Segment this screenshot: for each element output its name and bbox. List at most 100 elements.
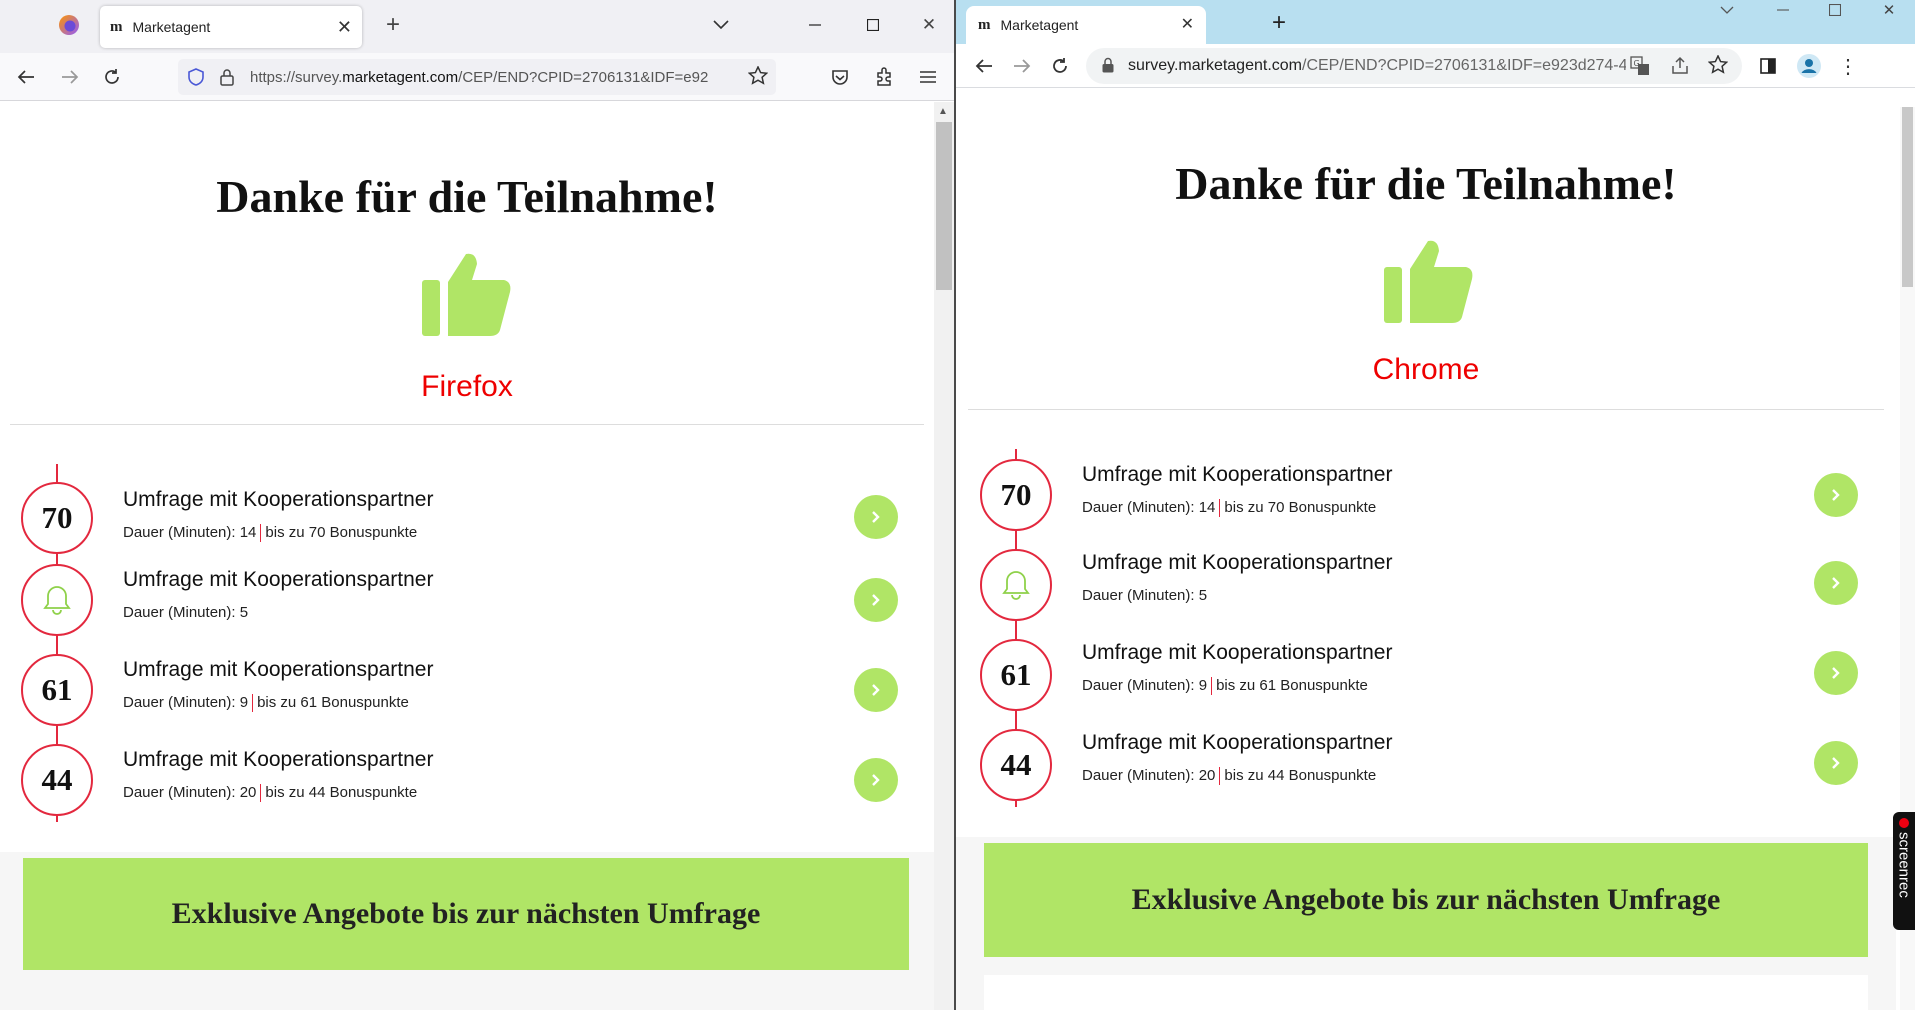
bell-icon [43, 586, 71, 615]
back-icon[interactable] [970, 52, 998, 80]
meta-separator [1219, 499, 1221, 518]
lock-icon[interactable] [1102, 57, 1114, 78]
offers-banner[interactable]: Exklusive Angebote bis zur nächsten Umfr… [23, 858, 909, 970]
browser-label: Chrome [1372, 353, 1480, 386]
tracking-shield-icon[interactable] [188, 68, 204, 90]
survey-points-badge: 61 [21, 654, 93, 726]
svg-text:G: G [1634, 59, 1640, 68]
new-tab-icon[interactable]: + [380, 11, 406, 38]
extensions-icon[interactable] [870, 63, 898, 91]
chrome-menu-icon[interactable]: ⋮ [1834, 52, 1862, 80]
marketagent-favicon: m [978, 16, 991, 33]
offers-banner[interactable]: Exklusive Angebote bis zur nächsten Umfr… [984, 843, 1868, 957]
firefox-logo-icon[interactable] [56, 12, 82, 38]
url-path: /CEP/END?CPID=2706131&IDF=e923d274-41... [1302, 57, 1650, 74]
reload-icon[interactable] [98, 63, 126, 91]
start-survey-button[interactable] [854, 495, 898, 539]
meta-separator [1211, 677, 1213, 696]
survey-row-1[interactable]: 70 Umfrage mit Kooperationspartner Dauer… [956, 459, 1896, 549]
minimize-icon[interactable] [1768, 0, 1798, 20]
survey-points-badge: 61 [980, 639, 1052, 711]
screenrec-label: screenrec [1895, 832, 1913, 898]
translate-icon[interactable]: G [1626, 56, 1650, 81]
url-bar[interactable]: survey.marketagent.com/CEP/END?CPID=2706… [1086, 48, 1742, 84]
list-tabs-chevron-icon[interactable] [708, 12, 734, 38]
minimize-icon[interactable] [800, 12, 830, 38]
page-title: Danke für die Teilnahme! [216, 171, 718, 222]
start-survey-button[interactable] [1814, 473, 1858, 517]
url-bar[interactable]: https://survey. marketagent.com/CEP/END?C… [178, 59, 776, 95]
survey-title: Umfrage mit Kooperationspartner [123, 488, 434, 511]
bookmark-star-icon[interactable] [742, 65, 769, 90]
pocket-icon[interactable] [826, 63, 854, 91]
survey-row-4[interactable]: 44 Umfrage mit Kooperationspartner Dauer… [0, 744, 934, 834]
survey-duration: Dauer (Minuten): 9 [1082, 677, 1208, 694]
scrollbar-thumb[interactable] [936, 122, 952, 290]
scroll-up-icon[interactable]: ▲ [938, 106, 948, 117]
side-panel-icon[interactable] [1754, 52, 1782, 80]
start-survey-button[interactable] [854, 758, 898, 802]
tab-search-chevron-icon[interactable] [1712, 0, 1742, 20]
chrome-page-content: Danke für die Teilnahme! Chrome 70 Umfra… [956, 89, 1915, 1010]
start-survey-button[interactable] [1814, 741, 1858, 785]
close-window-icon[interactable]: ✕ [1874, 0, 1904, 20]
close-window-icon[interactable]: ✕ [914, 12, 944, 38]
chrome-nav-bar: survey.marketagent.com/CEP/END?CPID=2706… [956, 44, 1915, 88]
tab-title: Marketagent [1000, 17, 1079, 33]
page-scrollbar[interactable]: ▲ [934, 102, 954, 1010]
survey-points: bis zu 70 Bonuspunkte [1224, 499, 1377, 516]
thumbs-up-icon [1382, 239, 1474, 325]
start-survey-button[interactable] [854, 668, 898, 712]
survey-row-3[interactable]: 61 Umfrage mit Kooperationspartner Dauer… [0, 654, 934, 744]
scrollbar-thumb[interactable] [1902, 107, 1913, 287]
maximize-icon[interactable] [1820, 0, 1850, 20]
start-survey-button[interactable] [1814, 651, 1858, 695]
survey-row-1[interactable]: 70 Umfrage mit Kooperationspartner Dauer… [0, 474, 934, 564]
url-prefix: https://survey. [250, 68, 343, 86]
meta-separator [1219, 767, 1221, 786]
survey-row-3[interactable]: 61 Umfrage mit Kooperationspartner Dauer… [956, 639, 1896, 729]
survey-points-badge: 44 [980, 729, 1052, 801]
start-survey-button[interactable] [1814, 561, 1858, 605]
survey-meta: Dauer (Minuten): 9 bis zu 61 Bonuspunkte [1082, 677, 1368, 696]
survey-title: Umfrage mit Kooperationspartner [1082, 463, 1393, 486]
survey-duration: Dauer (Minuten): 14 [123, 524, 257, 541]
new-tab-icon[interactable]: + [1266, 9, 1292, 36]
survey-duration: Dauer (Minuten): 20 [1082, 767, 1216, 784]
offers-section: Exklusive Angebote bis zur nächsten Umfr… [956, 837, 1896, 1010]
profile-avatar-icon[interactable] [1794, 52, 1824, 80]
forward-icon[interactable] [56, 63, 84, 91]
survey-title: Umfrage mit Kooperationspartner [1082, 731, 1393, 754]
chrome-window: m Marketagent ✕ + ✕ survey.marketagent.c… [956, 0, 1915, 1010]
survey-meta: Dauer (Minuten): 20 bis zu 44 Bonuspunkte [1082, 767, 1376, 786]
offers-section: Exklusive Angebote bis zur nächsten Umfr… [0, 852, 934, 1010]
menu-icon[interactable] [914, 63, 942, 91]
screenrec-widget[interactable]: screenrec [1893, 812, 1915, 930]
start-survey-button[interactable] [854, 578, 898, 622]
section-divider [10, 424, 924, 425]
survey-points: bis zu 70 Bonuspunkte [265, 524, 418, 541]
maximize-icon[interactable] [858, 12, 888, 38]
survey-row-2[interactable]: Umfrage mit Kooperationspartner Dauer (M… [0, 564, 934, 654]
forward-icon[interactable] [1008, 52, 1036, 80]
bookmark-star-icon[interactable] [1707, 54, 1729, 80]
meta-separator [260, 784, 262, 803]
page-title: Danke für die Teilnahme! [1175, 158, 1677, 209]
firefox-window: m Marketagent ✕ + ✕ https://survey. marke… [0, 0, 954, 1010]
close-tab-icon[interactable]: ✕ [1181, 17, 1194, 33]
survey-row-2[interactable]: Umfrage mit Kooperationspartner Dauer (M… [956, 549, 1896, 639]
back-icon[interactable] [12, 63, 40, 91]
survey-row-4[interactable]: 44 Umfrage mit Kooperationspartner Dauer… [956, 729, 1896, 819]
firefox-page-content: ▲ Danke für die Teilnahme! Firefox 70 Um… [0, 102, 954, 1010]
reload-icon[interactable] [1046, 52, 1074, 80]
share-icon[interactable] [1670, 56, 1690, 81]
section-divider [968, 409, 1884, 410]
close-tab-icon[interactable]: ✕ [337, 18, 352, 36]
tab-marketagent[interactable]: m Marketagent ✕ [100, 6, 362, 48]
tab-marketagent[interactable]: m Marketagent ✕ [966, 6, 1206, 44]
survey-meta: Dauer (Minuten): 14 bis zu 70 Bonuspunkte [123, 524, 418, 543]
firefox-nav-bar: https://survey. marketagent.com/CEP/END?C… [0, 53, 954, 101]
lock-icon[interactable] [220, 68, 234, 90]
browser-label: Firefox [421, 370, 513, 403]
record-dot-icon [1899, 818, 1909, 828]
